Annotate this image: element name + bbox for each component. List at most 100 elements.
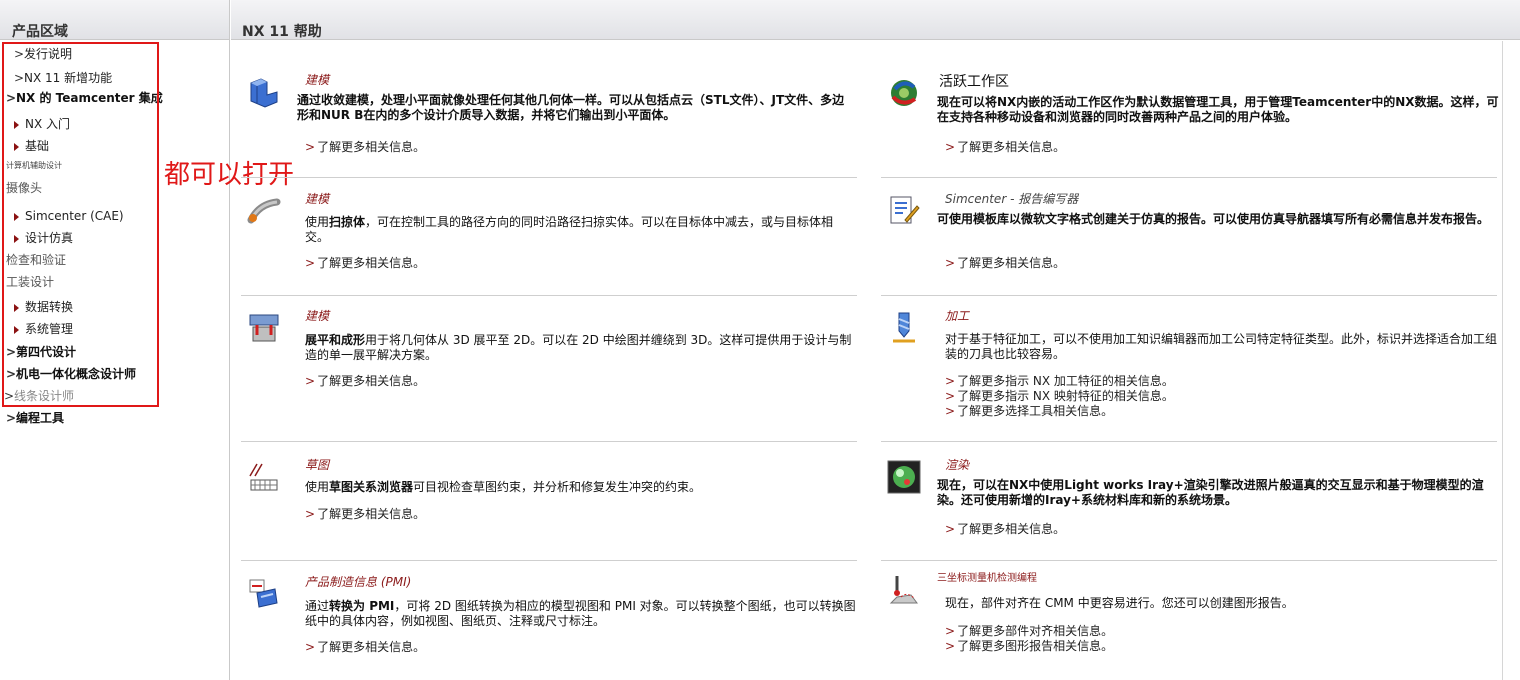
sketch-icon xyxy=(247,460,281,494)
sidebar-item[interactable]: 设计仿真 xyxy=(14,230,73,246)
chevron-right-icon: > xyxy=(305,507,316,521)
active-workspace-icon xyxy=(887,75,921,109)
learn-more-label: 了解更多相关信息。 xyxy=(317,256,426,270)
card-description: 对于基于特征加工，可以不使用加工知识编辑器而加工公司特定特征类型。此外，标识并选… xyxy=(945,332,1498,361)
card-title[interactable]: 三坐标测量机检测编程 xyxy=(937,569,1037,584)
learn-more-link[interactable]: > 了解更多相关信息。 xyxy=(305,374,425,389)
learn-more-link[interactable]: > 了解更多相关信息。 xyxy=(945,522,1065,537)
learn-more-link[interactable]: > 了解更多相关信息。 xyxy=(305,507,425,522)
expand-triangle-icon xyxy=(14,143,19,151)
chevron-right-icon: > xyxy=(945,389,956,403)
card-description: 使用草图关系浏览器可目视检查草图约束，并分析和修复发生冲突的约束。 xyxy=(305,480,857,495)
sidebar-item-label: 数据转换 xyxy=(25,300,74,314)
learn-more-link[interactable]: > 了解更多相关信息。 xyxy=(305,140,425,155)
card-divider xyxy=(241,177,857,178)
chevron-right-icon: > xyxy=(945,522,956,536)
card-description: 使用扫掠体，可在控制工具的路径方向的同时沿路径扫掠实体。可以在目标体中减去，或与… xyxy=(305,215,857,245)
chevron-right-icon: > xyxy=(6,367,17,381)
sidebar-item[interactable]: 计算机辅助设计 xyxy=(6,158,62,174)
sidebar-item[interactable]: >线条设计师 xyxy=(4,388,74,404)
render-sphere-icon xyxy=(887,460,921,494)
card-links: > 了解更多相关信息。 xyxy=(305,256,425,271)
main-panel: NX 11 帮助 建模 通过收敛建模，处理小平面就像处理任何其他几何体一样。可以从… xyxy=(231,0,1520,680)
sidebar-item-label: 第四代设计 xyxy=(16,345,77,359)
card-title[interactable]: 建模 xyxy=(305,71,329,88)
card-title[interactable]: 产品制造信息 (PMI) xyxy=(305,573,411,590)
card-links: > 了解更多指示 NX 加工特征的相关信息。 > 了解更多指示 NX 映射特征的相关信… xyxy=(945,374,1174,419)
sidebar-item[interactable]: 数据转换 xyxy=(14,299,73,315)
card-title[interactable]: 草图 xyxy=(305,456,329,473)
card-links: > 了解更多相关信息。 xyxy=(945,522,1065,537)
learn-more-link[interactable]: > 了解更多选择工具相关信息。 xyxy=(945,404,1174,419)
card-description: 通过转换为 PMI，可将 2D 图纸转换为相应的模型视图和 PMI 对象。可以转… xyxy=(305,599,857,629)
desc-keyword: 展平和成形 xyxy=(305,333,366,347)
expand-triangle-icon xyxy=(14,121,19,129)
learn-more-label: 了解更多部件对齐相关信息。 xyxy=(957,624,1114,638)
sidebar-item[interactable]: >NX 的 Teamcenter 集成 xyxy=(6,90,163,106)
desc-keyword: 转换为 PMI xyxy=(329,599,395,613)
sidebar-item[interactable]: 基础 xyxy=(14,138,49,154)
chevron-right-icon: > xyxy=(945,624,956,638)
sidebar-item-label: 工装设计 xyxy=(6,275,55,289)
learn-more-link[interactable]: > 了解更多部件对齐相关信息。 xyxy=(945,624,1113,639)
card-title[interactable]: 加工 xyxy=(945,307,969,324)
card-links: > 了解更多部件对齐相关信息。 > 了解更多图形报告相关信息。 xyxy=(945,624,1113,654)
sidebar-item-label: 摄像头 xyxy=(6,181,43,195)
sidebar-item[interactable]: >NX 11 新增功能 xyxy=(14,70,112,86)
learn-more-link[interactable]: > 了解更多相关信息。 xyxy=(945,256,1065,271)
chevron-right-icon: > xyxy=(6,411,17,425)
desc-text: 使用 xyxy=(305,480,330,494)
learn-more-label: 了解更多相关信息。 xyxy=(317,374,426,388)
desc-text: 使用 xyxy=(305,215,330,229)
learn-more-link[interactable]: > 了解更多指示 NX 映射特征的相关信息。 xyxy=(945,389,1174,404)
chevron-right-icon: > xyxy=(4,389,15,403)
expand-triangle-icon xyxy=(14,326,19,334)
desc-text: ，可在控制工具的路径方向的同时沿路径扫掠实体。可以在目标体中减去，或与目标体相交… xyxy=(305,215,834,244)
card-links: > 了解更多相关信息。 xyxy=(945,256,1065,271)
learn-more-label: 了解更多相关信息。 xyxy=(957,140,1066,154)
learn-more-link[interactable]: > 了解更多相关信息。 xyxy=(305,256,425,271)
card-title[interactable]: 活跃工作区 xyxy=(939,71,1009,91)
chevron-right-icon: > xyxy=(305,140,316,154)
learn-more-label: 了解更多相关信息。 xyxy=(957,522,1066,536)
sidebar-item[interactable]: 摄像头 xyxy=(6,180,42,196)
card-divider xyxy=(241,295,857,296)
sidebar-item-label: 系统管理 xyxy=(25,322,74,336)
card-divider xyxy=(241,560,857,561)
card-title[interactable]: 渲染 xyxy=(945,456,969,473)
desc-keyword: 扫掠体 xyxy=(329,215,366,229)
sidebar-item-label: 基础 xyxy=(25,139,50,153)
desc-text: 通过 xyxy=(305,599,330,613)
chevron-right-icon: > xyxy=(305,374,316,388)
sidebar-item[interactable]: >发行说明 xyxy=(14,46,72,62)
sidebar-item[interactable]: Simcenter (CAE) xyxy=(14,208,124,224)
card-title[interactable]: Simcenter - 报告编写器 xyxy=(945,190,1078,207)
sidebar-item[interactable]: 系统管理 xyxy=(14,321,73,337)
sidebar-header: 产品区域 xyxy=(0,0,229,40)
sidebar-item-label: 机电一体化概念设计师 xyxy=(16,367,137,381)
sidebar-item[interactable]: 检查和验证 xyxy=(6,252,66,268)
card-divider xyxy=(241,441,857,442)
learn-more-link[interactable]: > 了解更多图形报告相关信息。 xyxy=(945,639,1113,654)
card-description: 展平和成形用于将几何体从 3D 展平至 2D。可以在 2D 中绘图并缠绕到 3D… xyxy=(305,333,857,363)
card-links: > 了解更多相关信息。 xyxy=(305,507,425,522)
card-title[interactable]: 建模 xyxy=(305,307,329,324)
learn-more-label: 了解更多指示 NX 映射特征的相关信息。 xyxy=(957,389,1174,403)
sidebar-item[interactable]: 工装设计 xyxy=(6,274,54,290)
sidebar-item[interactable]: >第四代设计 xyxy=(6,344,76,360)
expand-triangle-icon xyxy=(14,235,19,243)
chevron-right-icon: > xyxy=(14,71,25,85)
card-title[interactable]: 建模 xyxy=(305,190,329,207)
learn-more-label: 了解更多相关信息。 xyxy=(317,640,426,654)
card-divider xyxy=(881,177,1497,178)
sidebar-item[interactable]: NX 入门 xyxy=(14,116,70,132)
learn-more-link[interactable]: > 了解更多指示 NX 加工特征的相关信息。 xyxy=(945,374,1174,389)
card-divider xyxy=(881,295,1497,296)
sidebar-item-label: Simcenter (CAE) xyxy=(25,209,124,223)
learn-more-label: 了解更多相关信息。 xyxy=(317,140,426,154)
learn-more-link[interactable]: > 了解更多相关信息。 xyxy=(945,140,1065,155)
sidebar-item[interactable]: >编程工具 xyxy=(6,410,64,426)
learn-more-link[interactable]: > 了解更多相关信息。 xyxy=(305,640,425,655)
sidebar-item[interactable]: >机电一体化概念设计师 xyxy=(6,366,136,382)
card-description: 现在，可以在NX中使用Light works Iray+渲染引擎改进照片般逼真的… xyxy=(937,478,1484,507)
